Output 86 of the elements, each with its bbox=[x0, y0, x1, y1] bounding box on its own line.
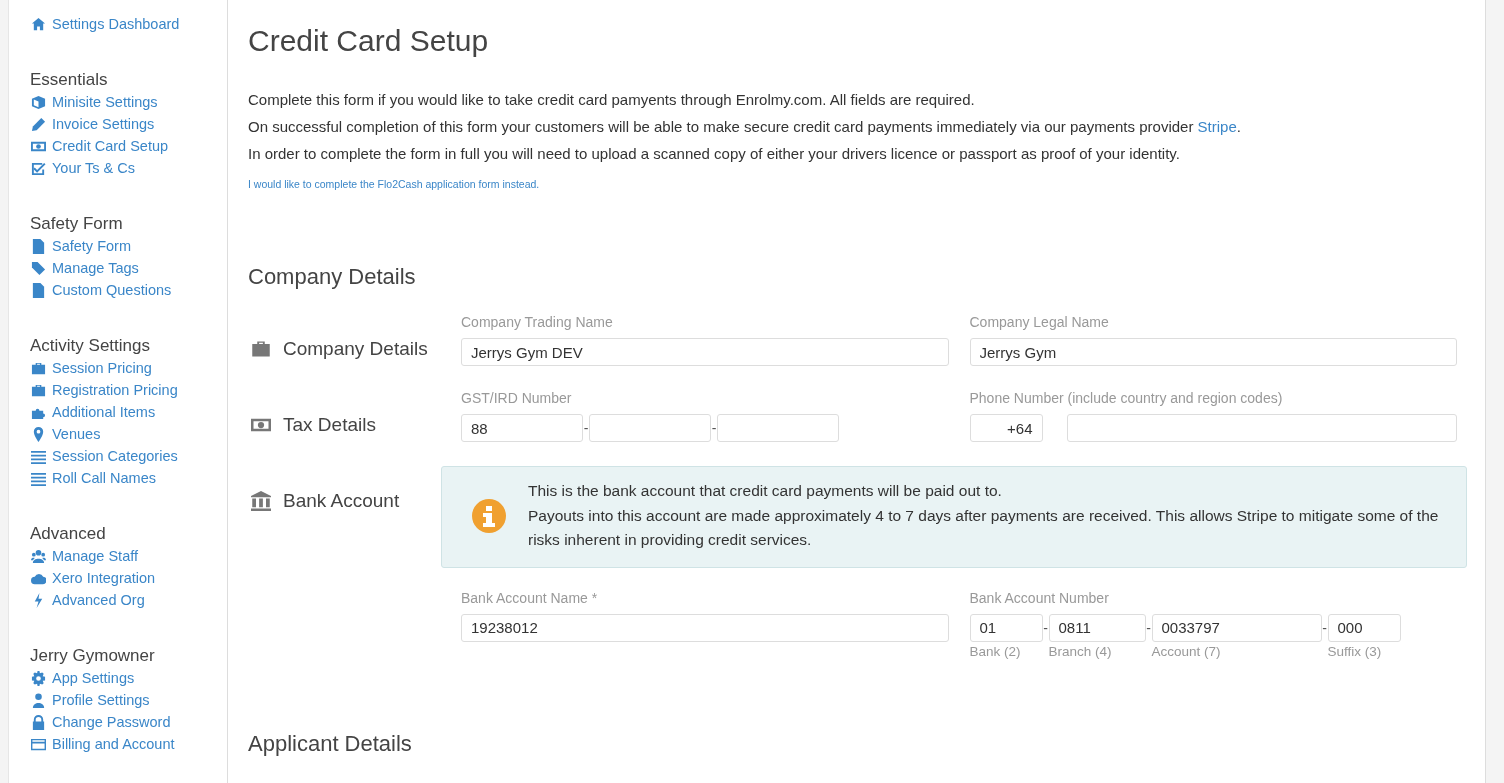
briefcase-icon bbox=[31, 382, 46, 398]
sidebar-link[interactable]: Settings Dashboard bbox=[30, 13, 227, 35]
sidebar-link[interactable]: Xero Integration bbox=[30, 567, 227, 589]
sidebar-link[interactable]: Session Categories bbox=[30, 445, 227, 467]
input-field[interactable]: 000 bbox=[1327, 613, 1401, 642]
sidebar-link[interactable]: Profile Settings bbox=[30, 689, 227, 711]
sidebar-link[interactable]: Session Pricing bbox=[30, 357, 227, 379]
sidebar-link[interactable]: Manage Tags bbox=[30, 257, 227, 279]
input-field[interactable]: 0033797 bbox=[1151, 613, 1322, 642]
document-icon bbox=[31, 282, 46, 298]
stripe-link[interactable]: Stripe bbox=[1197, 118, 1237, 135]
alternative-form-link[interactable]: I would like to complete the Flo2Cash application form instead. bbox=[248, 178, 540, 190]
input-field[interactable]: Jerrys Gym DEV bbox=[461, 338, 949, 366]
sidebar-link[interactable]: Change Password bbox=[30, 711, 227, 733]
section-heading: Company Details bbox=[248, 264, 417, 290]
group-label: Company Details bbox=[283, 338, 428, 360]
field-label: Company Legal Name bbox=[969, 314, 1110, 332]
briefcase-icon bbox=[250, 339, 272, 359]
list-icon bbox=[31, 470, 46, 486]
sidebar-heading: Activity Settings bbox=[30, 335, 151, 357]
cube-icon bbox=[31, 94, 46, 110]
map-pin-icon bbox=[31, 426, 46, 442]
users-icon bbox=[31, 548, 46, 564]
input-field[interactable] bbox=[589, 414, 711, 442]
sidebar-link[interactable]: Credit Card Setup bbox=[30, 135, 227, 157]
settings-icon bbox=[31, 670, 46, 686]
list-icon bbox=[31, 448, 46, 464]
input-field[interactable]: 19238012 bbox=[461, 613, 949, 642]
sidebar-link[interactable]: Minisite Settings bbox=[30, 91, 227, 113]
credit-card-icon bbox=[31, 736, 46, 752]
sidebar-link[interactable]: Your Ts & Cs bbox=[30, 157, 227, 179]
page-title: Credit Card Setup bbox=[248, 24, 490, 58]
field-label: Bank Account Number bbox=[969, 589, 1110, 608]
document-icon bbox=[31, 238, 46, 254]
separator-dash: - bbox=[583, 419, 589, 438]
separator-dash: - bbox=[1321, 618, 1328, 638]
section-heading: Applicant Details bbox=[248, 730, 413, 757]
field-hint: Bank (2) bbox=[969, 643, 1022, 659]
sidebar-link[interactable]: Manage Staff bbox=[30, 545, 227, 567]
sidebar-link[interactable]: Custom Questions bbox=[30, 279, 227, 301]
sidebar-heading: Safety Form bbox=[30, 213, 124, 235]
field-hint: Suffix (3) bbox=[1327, 643, 1383, 659]
input-field[interactable]: +64 bbox=[969, 414, 1043, 442]
field-label: GST/IRD Number bbox=[461, 390, 573, 408]
field-label: Company Trading Name bbox=[461, 314, 614, 332]
sidebar-link[interactable]: App Settings bbox=[30, 667, 227, 689]
group-label: Bank Account bbox=[283, 490, 400, 512]
field-hint: Account (7) bbox=[1151, 643, 1222, 659]
briefcase-icon bbox=[31, 360, 46, 376]
notice-text: Payouts into this account are made approximately 4 to 7 days after payments are received. This allows Stripe to mitigate some of the risks inherent in providing credit services. bbox=[528, 505, 1440, 550]
sidebar-link[interactable]: Venues bbox=[30, 423, 227, 445]
checkbox-icon bbox=[31, 160, 46, 176]
house-icon bbox=[31, 16, 46, 32]
intro-text: Complete this form if you would like to take credit card pamyents through Enrolmy.com. All fields are required. bbox=[248, 90, 976, 110]
input-field[interactable] bbox=[717, 414, 839, 442]
sidebar-link[interactable]: Additional Items bbox=[30, 401, 227, 423]
separator-dash: - bbox=[1042, 618, 1049, 638]
sidebar-heading: Essentials bbox=[30, 69, 109, 91]
group-label: Tax Details bbox=[283, 414, 376, 436]
tag-icon bbox=[31, 260, 46, 276]
input-field[interactable]: 88 bbox=[461, 414, 583, 442]
input-field[interactable] bbox=[1066, 414, 1457, 442]
sidebar-link[interactable]: Roll Call Names bbox=[30, 467, 227, 489]
sidebar-link[interactable]: Registration Pricing bbox=[30, 379, 227, 401]
separator-dash: - bbox=[711, 419, 717, 438]
sidebar-heading: Advanced bbox=[30, 523, 107, 545]
input-field[interactable]: 01 bbox=[969, 613, 1043, 642]
field-hint: Branch (4) bbox=[1048, 643, 1113, 659]
notice-text: This is the bank account that credit card payments will be paid out to. bbox=[528, 481, 1003, 501]
sidebar-link[interactable]: Invoice Settings bbox=[30, 113, 227, 135]
sidebar-link[interactable]: Billing and Account bbox=[30, 733, 227, 755]
user-icon bbox=[31, 692, 46, 708]
info-icon bbox=[472, 498, 506, 533]
field-label: Phone Number (include country and region codes) bbox=[969, 390, 1284, 408]
intro-text: On successful completion of this form your customers will be able to make secure credit card payments immediately via our payments provider Stripe. bbox=[248, 117, 1242, 137]
input-field[interactable]: 0811 bbox=[1048, 613, 1146, 642]
field-label: Bank Account Name * bbox=[461, 589, 599, 608]
bank-building-icon bbox=[250, 491, 272, 511]
separator-dash: - bbox=[1145, 618, 1152, 638]
intro-text: In order to complete the form in full you will need to upload a scanned copy of either your drivers licence or passport as proof of your identity. bbox=[248, 144, 1181, 164]
input-field[interactable]: Jerrys Gym bbox=[969, 338, 1457, 366]
sidebar-link[interactable]: Advanced Org bbox=[30, 589, 227, 611]
pencil-icon bbox=[31, 116, 46, 132]
padlock-icon bbox=[31, 714, 46, 730]
sidebar-link[interactable]: Safety Form bbox=[30, 235, 227, 257]
sidebar-heading: Jerry Gymowner bbox=[30, 645, 156, 667]
